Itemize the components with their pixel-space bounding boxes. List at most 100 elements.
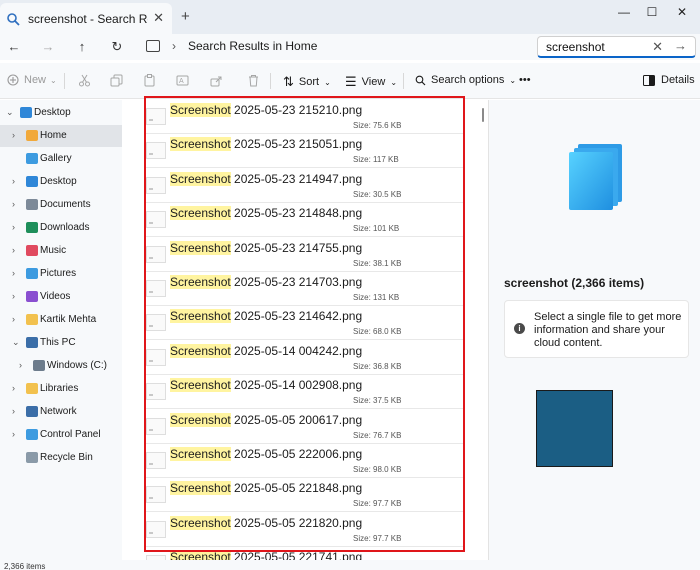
- breadcrumb-location[interactable]: Search Results in Home: [188, 39, 317, 53]
- view-button[interactable]: ☰ View ⌄: [345, 74, 397, 90]
- file-name[interactable]: Screenshot 2025-05-05 222006.png: [170, 447, 362, 461]
- share-icon[interactable]: [210, 74, 223, 87]
- chevron-down-icon: ⌄: [50, 75, 57, 85]
- minimize-button[interactable]: —: [611, 3, 637, 21]
- file-row[interactable]: Screenshot 2025-05-05 221741.png: [122, 547, 480, 560]
- file-row[interactable]: Screenshot 2025-05-05 200617.png Size: 76…: [122, 410, 480, 444]
- file-row[interactable]: Screenshot 2025-05-14 002908.png Size: 37…: [122, 375, 480, 410]
- file-row[interactable]: Screenshot 2025-05-23 215210.png Size: 75…: [122, 100, 480, 134]
- refresh-button[interactable]: ↻: [107, 37, 127, 57]
- more-icon: •••: [519, 74, 531, 86]
- new-button[interactable]: New ⌄: [7, 74, 57, 86]
- more-options-button[interactable]: •••: [519, 74, 531, 86]
- sidebar-item-label: This PC: [40, 337, 76, 348]
- sidebar-item-desktop[interactable]: ⌄ Desktop: [0, 102, 122, 124]
- chevron-down-icon: ⌄: [324, 77, 331, 87]
- details-pane-button[interactable]: Details: [643, 74, 695, 86]
- sidebar-item-libraries[interactable]: › Libraries: [0, 378, 122, 400]
- tab-search-results[interactable]: screenshot - Search Results in ✕: [0, 3, 172, 34]
- sidebar-item-recycle-bin[interactable]: Recycle Bin: [0, 447, 122, 469]
- chevron-right-icon[interactable]: ›: [12, 429, 15, 439]
- chevron-right-icon[interactable]: ›: [12, 245, 15, 255]
- chevron-right-icon[interactable]: ›: [12, 406, 15, 416]
- sidebar-item-music[interactable]: › Music: [0, 240, 122, 262]
- file-name[interactable]: Screenshot 2025-05-23 215210.png: [170, 103, 362, 117]
- file-size: Size: 30.5 KB: [353, 189, 402, 199]
- search-options-button[interactable]: Search options ⌄: [415, 74, 516, 86]
- file-name[interactable]: Screenshot 2025-05-05 221848.png: [170, 481, 362, 496]
- sidebar-item-home[interactable]: › Home: [0, 125, 122, 147]
- file-row[interactable]: Screenshot 2025-05-23 214755.png Size: 38…: [122, 238, 480, 272]
- file-row[interactable]: Screenshot 2025-05-05 221848.png Size: 97…: [122, 478, 480, 513]
- sidebar-item-label: Desktop: [40, 176, 77, 187]
- chevron-right-icon[interactable]: ›: [12, 199, 15, 209]
- delete-icon[interactable]: [247, 74, 260, 87]
- clear-search-icon[interactable]: ✕: [652, 39, 663, 55]
- maximize-button[interactable]: ☐: [639, 3, 665, 21]
- file-row[interactable]: Screenshot 2025-05-05 222006.png Size: 98…: [122, 444, 480, 478]
- file-name[interactable]: Screenshot 2025-05-23 214848.png: [170, 206, 362, 221]
- file-row[interactable]: Screenshot 2025-05-23 214703.png Size: 13…: [122, 272, 480, 306]
- file-name[interactable]: Screenshot 2025-05-05 200617.png: [170, 412, 362, 427]
- sidebar-item-pictures[interactable]: › Pictures: [0, 263, 122, 285]
- chevron-right-icon[interactable]: ›: [12, 291, 15, 301]
- file-name[interactable]: Screenshot 2025-05-23 214755.png: [170, 240, 362, 255]
- sidebar-item-this-pc[interactable]: ⌄ This PC: [0, 332, 122, 354]
- chevron-down-icon[interactable]: ⌄: [12, 337, 20, 348]
- chevron-down-icon[interactable]: ⌄: [6, 107, 14, 118]
- file-name[interactable]: Screenshot 2025-05-05 221741.png: [170, 550, 362, 560]
- breadcrumb[interactable]: › Search Results in Home: [146, 39, 317, 53]
- file-list-scrollbar[interactable]: [480, 100, 488, 560]
- sidebar-item-windows-c[interactable]: › Windows (C:): [0, 355, 122, 377]
- search-options-label: Search options: [431, 74, 505, 86]
- file-name[interactable]: Screenshot 2025-05-23 215051.png: [170, 137, 362, 152]
- sort-button[interactable]: ⇅ Sort ⌄: [283, 74, 331, 90]
- search-input-value[interactable]: screenshot: [546, 40, 605, 54]
- file-name[interactable]: Screenshot 2025-05-05 221820.png: [170, 515, 363, 530]
- file-name[interactable]: Screenshot 2025-05-14 002908.png: [170, 378, 362, 393]
- file-name[interactable]: Screenshot 2025-05-23 214947.png: [170, 171, 362, 186]
- close-window-button[interactable]: ✕: [669, 3, 695, 21]
- search-go-icon[interactable]: →: [674, 38, 687, 53]
- chevron-right-icon[interactable]: ›: [12, 222, 15, 232]
- sidebar-item-control-panel[interactable]: › Control Panel: [0, 424, 122, 446]
- search-input[interactable]: screenshot ✕ →: [537, 36, 696, 58]
- sidebar-item-label: Home: [40, 130, 67, 141]
- image-file-icon: [146, 108, 166, 125]
- file-name[interactable]: Screenshot 2025-05-23 214642.png: [170, 309, 362, 324]
- chevron-right-icon[interactable]: ›: [12, 130, 15, 140]
- sidebar-item-desktop[interactable]: › Desktop: [0, 171, 122, 193]
- back-button[interactable]: ←: [4, 37, 24, 57]
- svg-text:A: A: [179, 78, 184, 85]
- chevron-right-icon[interactable]: ›: [12, 176, 15, 186]
- rename-icon[interactable]: A: [176, 74, 189, 87]
- chevron-right-icon[interactable]: ›: [12, 268, 15, 278]
- file-name[interactable]: Screenshot 2025-05-23 214703.png: [170, 275, 362, 289]
- file-row[interactable]: Screenshot 2025-05-23 214947.png Size: 30…: [122, 169, 480, 203]
- sidebar-item-documents[interactable]: › Documents: [0, 194, 122, 216]
- sidebar-item-videos[interactable]: › Videos: [0, 286, 122, 308]
- chevron-right-icon[interactable]: ›: [12, 314, 15, 324]
- file-name-rest: 2025-05-05 221820.png: [230, 515, 363, 530]
- file-row[interactable]: Screenshot 2025-05-14 004242.png Size: 36…: [122, 341, 480, 375]
- file-row[interactable]: Screenshot 2025-05-23 214848.png Size: 10…: [122, 203, 480, 238]
- cut-icon[interactable]: [78, 74, 91, 87]
- forward-button[interactable]: →: [38, 37, 58, 57]
- scrollbar-thumb[interactable]: [482, 108, 484, 122]
- paste-icon[interactable]: [143, 74, 156, 87]
- sidebar-item-downloads[interactable]: › Downloads: [0, 217, 122, 239]
- sidebar-item-network[interactable]: › Network: [0, 401, 122, 423]
- gallery-icon: [26, 153, 38, 164]
- copy-icon[interactable]: [110, 74, 123, 87]
- chevron-right-icon[interactable]: ›: [12, 383, 15, 393]
- file-row[interactable]: Screenshot 2025-05-23 214642.png Size: 68…: [122, 306, 480, 341]
- file-row[interactable]: Screenshot 2025-05-05 221820.png Size: 97…: [122, 513, 480, 547]
- new-tab-button[interactable]: +: [181, 8, 190, 25]
- file-name[interactable]: Screenshot 2025-05-14 004242.png: [170, 343, 362, 358]
- sidebar-item-kartik-mehta[interactable]: › Kartik Mehta: [0, 309, 122, 331]
- sidebar-item-gallery[interactable]: Gallery: [0, 148, 122, 170]
- file-row[interactable]: Screenshot 2025-05-23 215051.png Size: 11…: [122, 134, 480, 169]
- close-tab-icon[interactable]: ✕: [153, 10, 164, 26]
- up-button[interactable]: ↑: [72, 37, 92, 57]
- chevron-right-icon[interactable]: ›: [19, 360, 22, 370]
